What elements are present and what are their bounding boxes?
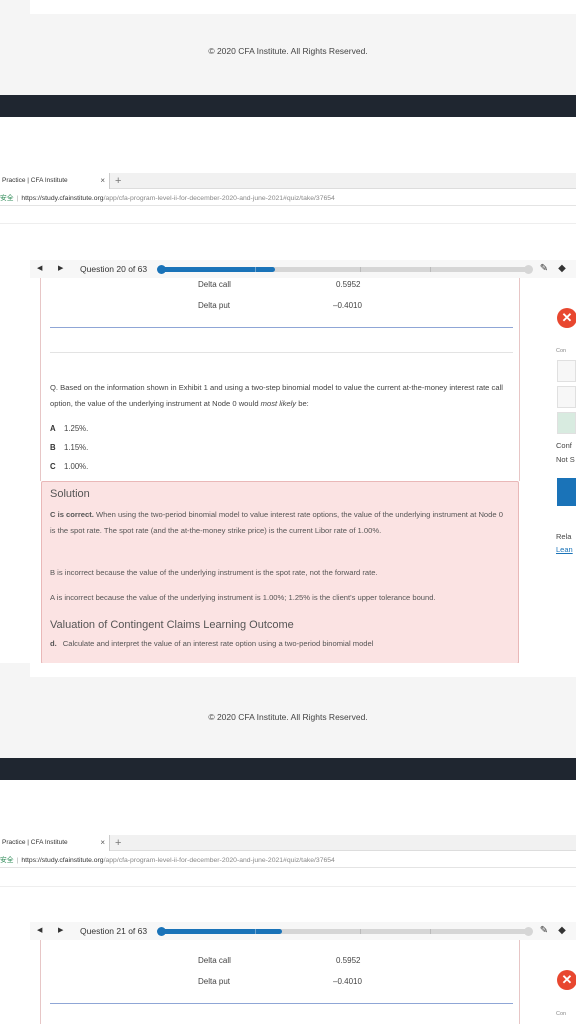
side-learn-link[interactable]: Lean <box>556 545 576 554</box>
next-arrow-icon[interactable]: ▶ <box>58 260 63 278</box>
progress-bar <box>157 265 533 274</box>
side-option-box[interactable] <box>557 386 576 408</box>
choice-letter: B <box>50 443 56 452</box>
choice-text: 1.25%. <box>64 424 89 433</box>
choice-b[interactable]: B 1.15%. <box>50 443 88 452</box>
exhibit-row-value: 0.5952 <box>336 956 361 965</box>
solution-b-text: B is incorrect because the value of the … <box>50 568 378 577</box>
question-counter: Question 20 of 63 <box>80 264 148 274</box>
copyright-text: © 2020 CFA Institute. All Rights Reserve… <box>208 46 368 56</box>
progress-fill <box>160 929 283 934</box>
prev-arrow-icon[interactable]: ◀ <box>37 922 42 940</box>
secure-label: 安全 <box>0 857 14 864</box>
footer-dark-bar <box>0 758 576 780</box>
progress-fill <box>160 267 275 272</box>
solution-a-text: A is incorrect because the value of the … <box>50 593 436 602</box>
side-label: Con <box>556 1011 567 1017</box>
pencil-icon[interactable]: ✎ <box>538 263 550 275</box>
eraser-icon[interactable]: ◆ <box>556 925 568 937</box>
tab-title: Practice | CFA Institute <box>2 839 68 846</box>
progress-end-knob <box>524 927 533 936</box>
tab-close-icon[interactable]: × <box>100 173 105 189</box>
toolbar-separator <box>0 886 576 887</box>
footer-dark-bar <box>0 95 576 117</box>
exhibit-row-value: –0.4010 <box>333 301 362 310</box>
quiz-header: ◀ ▶ Question 20 of 63 ✎ ◆ <box>30 260 576 278</box>
progress-tick <box>255 929 256 934</box>
solution-correct-text: C is correct. When using the two-period … <box>50 510 503 535</box>
progress-bar <box>157 927 533 936</box>
exhibit-row-label: Delta put <box>198 301 231 310</box>
copyright-text: © 2020 CFA Institute. All Rights Reserve… <box>208 712 368 722</box>
browser-tab[interactable]: Practice | CFA Institute × <box>0 173 110 189</box>
eraser-icon[interactable]: ◆ <box>556 263 568 275</box>
exhibit-row-value: –0.4010 <box>333 977 362 986</box>
question-card <box>40 940 520 1024</box>
close-icon[interactable]: ✕ <box>557 970 576 990</box>
quiz-header: ◀ ▶ Question 21 of 63 ✎ ◆ <box>30 922 576 940</box>
exhibit-row-label: Delta put <box>198 977 231 986</box>
question-counter: Question 21 of 63 <box>80 926 148 936</box>
exhibit-bottom-rule <box>50 327 513 328</box>
progress-tick <box>360 267 361 272</box>
progress-end-knob <box>524 265 533 274</box>
pencil-icon[interactable]: ✎ <box>538 925 550 937</box>
toolbar-separator <box>0 223 576 224</box>
exhibit-row-label: Delta call <box>198 956 231 965</box>
choice-text: 1.15%. <box>64 443 89 452</box>
secure-label: 安全 <box>0 195 14 202</box>
progress-tick <box>430 929 431 934</box>
browser-tab-bar: Practice | CFA Institute × + <box>0 835 576 851</box>
progress-start-knob <box>157 927 166 936</box>
question-divider <box>50 352 513 353</box>
prev-arrow-icon[interactable]: ◀ <box>37 260 42 278</box>
choice-letter: A <box>50 424 56 433</box>
side-submit-button[interactable] <box>557 478 576 506</box>
close-icon[interactable]: ✕ <box>557 308 576 328</box>
progress-tick <box>430 267 431 272</box>
footer-panel-middle: © 2020 CFA Institute. All Rights Reserve… <box>0 663 576 758</box>
solution-panel: Solution C is correct. When using the tw… <box>41 481 519 664</box>
side-label: Con <box>556 348 567 354</box>
new-tab-icon[interactable]: + <box>115 835 121 851</box>
tab-close-icon[interactable]: × <box>100 835 105 851</box>
side-option-box[interactable] <box>557 412 576 434</box>
learning-outcome-text: d. Calculate and interpret the value of a… <box>50 639 374 648</box>
progress-tick <box>255 267 256 272</box>
next-arrow-icon[interactable]: ▶ <box>58 922 63 940</box>
side-not-sure-label: Not S <box>556 455 575 464</box>
url-path: /app/cfa-program-level-ii-for-december-2… <box>103 857 335 864</box>
tab-title: Practice | CFA Institute <box>2 177 68 184</box>
browser-tab-bar: Practice | CFA Institute × + <box>0 173 576 189</box>
lo-letter: d. <box>50 639 57 648</box>
side-option-box[interactable] <box>557 360 576 382</box>
content-bottom-edge <box>30 663 576 677</box>
question-emphasis: most likely <box>260 399 297 408</box>
choice-c[interactable]: C 1.00%. <box>50 462 88 471</box>
address-bar[interactable]: 安全 | https://study.cfainstitute.org/app/cf… <box>0 192 576 206</box>
progress-start-knob <box>157 265 166 274</box>
choice-a[interactable]: A 1.25%. <box>50 424 88 433</box>
side-related-label: Rela <box>556 532 572 541</box>
solution-title: Solution <box>50 488 90 500</box>
url-host: https://study.cfainstitute.org <box>21 195 104 202</box>
learning-outcome-title: Valuation of Contingent Claims Learning … <box>50 619 294 631</box>
content-bottom-edge <box>30 0 576 14</box>
side-confidence-label: Conf <box>556 441 572 450</box>
url-path: /app/cfa-program-level-ii-for-december-2… <box>103 195 335 202</box>
exhibit-bottom-rule <box>50 1003 513 1004</box>
footer-panel-top: © 2020 CFA Institute. All Rights Reserve… <box>0 0 576 95</box>
choice-text: 1.00%. <box>64 462 89 471</box>
exhibit-row-value: 0.5952 <box>336 280 361 289</box>
url-host: https://study.cfainstitute.org <box>21 857 104 864</box>
correct-lead: C is correct. <box>50 510 94 519</box>
address-bar[interactable]: 安全 | https://study.cfainstitute.org/app/cf… <box>0 854 576 868</box>
exhibit-row-label: Delta call <box>198 280 231 289</box>
progress-tick <box>360 929 361 934</box>
new-tab-icon[interactable]: + <box>115 173 121 189</box>
choice-letter: C <box>50 462 56 471</box>
question-text: Q. Based on the information shown in Exh… <box>50 383 503 408</box>
browser-tab[interactable]: Practice | CFA Institute × <box>0 835 110 851</box>
